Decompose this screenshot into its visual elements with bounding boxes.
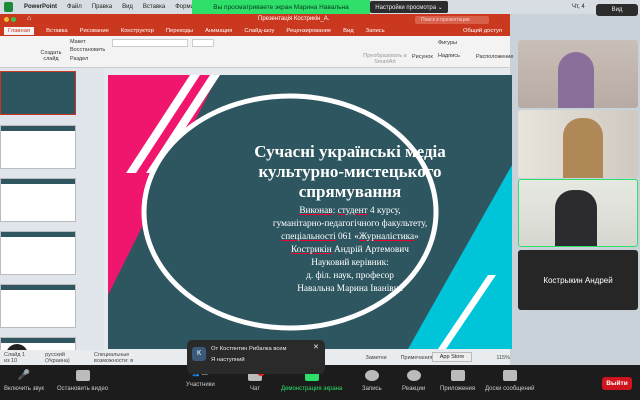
sender-avatar: К [192, 347, 206, 361]
menu-edit[interactable]: Правка [92, 4, 112, 10]
share-banner: Вы просматриваете экран Марина Навальна [192, 0, 370, 14]
menu-view[interactable]: Вид [122, 4, 133, 10]
smartart-button[interactable]: Преобразовать в SmartArt [360, 53, 410, 65]
record-icon [364, 370, 379, 381]
language[interactable]: русский (Украина) [45, 352, 80, 364]
comments-button[interactable]: Примечания [401, 355, 433, 361]
tab-transitions[interactable]: Переходы [166, 28, 193, 34]
window-minimize-icon[interactable] [4, 17, 9, 22]
participant-video [558, 52, 594, 108]
font-size-select[interactable] [192, 39, 214, 47]
video-tile-1[interactable] [518, 40, 638, 108]
ribbon-toolbar: Создать слайд Макет Восстановить Раздел … [0, 36, 513, 68]
ppt-titlebar: ⌂ Презентація Кострикін_А. Поиск в презе… [0, 14, 510, 25]
view-options-button[interactable]: Настройки просмотра ⌄ [370, 1, 448, 13]
whiteboard-icon [502, 370, 517, 381]
home-icon[interactable]: ⌂ [27, 15, 31, 22]
new-slide-button[interactable]: Создать слайд [34, 50, 68, 62]
arrange-button[interactable]: Расположение [476, 54, 513, 60]
supervisor-label: Науковий керівник: [311, 258, 389, 268]
slide-thumbnail-5[interactable] [0, 284, 76, 328]
author-line: Виконав: студент 4 курсу, [299, 206, 401, 216]
picture-button[interactable]: Рисунок [412, 54, 433, 60]
video-tile-3-active-speaker[interactable] [518, 179, 638, 247]
share-button[interactable]: Общий доступ [463, 28, 502, 34]
tab-view[interactable]: Вид [343, 28, 354, 34]
slide-counter: Слайд 1 из 10 [4, 351, 26, 364]
slide-thumbnail-4[interactable] [0, 231, 76, 275]
menu-file[interactable]: Файл [67, 4, 82, 10]
record-button[interactable]: Запись [362, 370, 382, 392]
zoom-shield-icon [4, 2, 13, 12]
reset-button[interactable]: Восстановить [70, 47, 105, 53]
tab-design[interactable]: Конструктор [121, 28, 154, 34]
zoom-level[interactable]: 115% [496, 355, 510, 361]
supervisor-degree: д. філ. наук, професор [306, 271, 394, 281]
tab-insert[interactable]: Вставка [46, 28, 68, 34]
chat-message: Я наступний [211, 357, 245, 363]
ribbon-tabs: Главная Вставка Рисование Конструктор Пе… [0, 25, 510, 36]
slide-thumbnail-3[interactable] [0, 178, 76, 222]
supervisor-name: Навальна Марина Іванівна [297, 284, 403, 294]
layout-button[interactable]: Макет [70, 39, 86, 45]
clock: Чт, 4 [572, 4, 585, 10]
slide-thumbnail-1[interactable] [0, 71, 76, 115]
participant-video [563, 118, 603, 178]
faculty-line: гуманітарно-педагогічного факультету, [272, 219, 428, 229]
leave-button[interactable]: Выйти [602, 377, 632, 390]
stop-video-button[interactable]: Остановить видео [57, 370, 108, 392]
tab-slideshow[interactable]: Слайд-шоу [244, 28, 274, 34]
slide-title: Сучасні українські медіа культурно-мисте… [254, 142, 446, 201]
menu-insert[interactable]: Вставка [143, 4, 165, 10]
chat-notification[interactable]: К От Костянтин Рибалка всем Я наступний … [187, 340, 325, 374]
reactions-button[interactable]: Реакции [402, 370, 425, 392]
tab-review[interactable]: Рецензирование [286, 28, 331, 34]
whiteboards-button[interactable]: Доски сообщений [485, 370, 535, 392]
app-store-tooltip: App Store [432, 352, 472, 362]
zoom-view-button[interactable]: Вид [596, 4, 638, 16]
apps-button[interactable]: Приложения [440, 370, 475, 392]
window-zoom-icon[interactable] [11, 17, 16, 22]
participant-video [555, 190, 597, 246]
video-tile-2[interactable] [518, 110, 638, 178]
mic-muted-icon: 🎤 [17, 370, 31, 381]
document-title: Презентація Кострикін_А. [258, 16, 330, 22]
apps-icon [450, 370, 465, 381]
specialty-line: спеціальності 061 «Журналістика» [281, 232, 419, 242]
tab-draw[interactable]: Рисование [80, 28, 109, 34]
chat-sender: От Костянтин Рибалка всем [211, 346, 287, 352]
slide-text[interactable]: Сучасні українські медіа культурно-мисте… [228, 142, 472, 296]
section-button[interactable]: Раздел [70, 56, 88, 62]
textbox-button[interactable]: Надпись [438, 53, 460, 59]
author-name-line: Кострикін Андрій Артемович [291, 245, 409, 255]
unmute-button[interactable]: 🎤 Включить звук [4, 370, 44, 392]
accessibility[interactable]: Специальные возможности: в [94, 352, 152, 364]
notes-button[interactable]: Заметки [366, 355, 387, 361]
tab-animations[interactable]: Анимация [205, 28, 232, 34]
slide-thumbnail-2[interactable] [0, 125, 76, 169]
video-camera-icon [75, 370, 90, 381]
slide-thumbnails-panel[interactable] [0, 68, 104, 350]
menu-app[interactable]: PowerPoint [24, 4, 57, 10]
tab-home[interactable]: Главная [4, 26, 35, 35]
font-family-select[interactable] [112, 39, 188, 47]
tab-record[interactable]: Запись [366, 28, 385, 34]
search-input[interactable]: Поиск в презентации [415, 15, 489, 24]
shapes-button[interactable]: Фигуры [438, 40, 457, 46]
close-icon[interactable]: ✕ [313, 343, 319, 351]
reactions-icon [406, 370, 421, 381]
video-tile-4-name[interactable]: Кострыкин Андрей [518, 250, 638, 310]
